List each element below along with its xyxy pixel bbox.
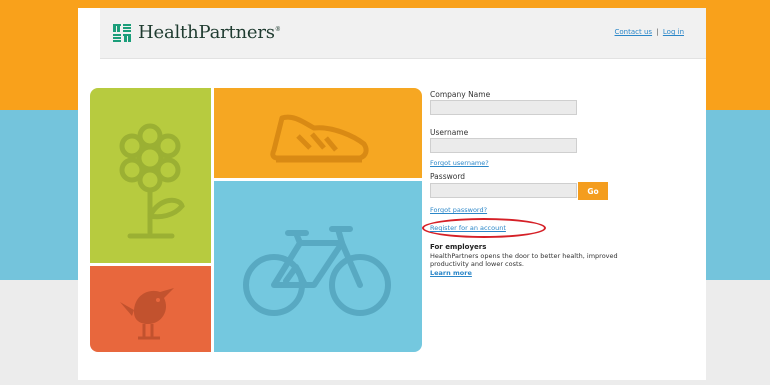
bird-icon <box>120 288 174 340</box>
employers-description: HealthPartners opens the door to better … <box>430 252 618 268</box>
username-label: Username <box>430 128 469 137</box>
bird-tile <box>90 266 211 352</box>
log-in-link[interactable]: Log in <box>663 28 684 36</box>
employers-heading: For employers <box>430 243 487 251</box>
forgot-password-link[interactable]: Forgot password? <box>430 206 487 214</box>
password-input[interactable] <box>430 183 577 198</box>
hero-mosaic <box>90 88 422 352</box>
header-links: Contact us | Log in <box>615 28 684 36</box>
learn-more-link[interactable]: Learn more <box>430 269 472 277</box>
bicycle-icon <box>243 226 391 316</box>
contact-us-link[interactable]: Contact us <box>615 28 653 36</box>
go-button[interactable]: Go <box>578 182 608 200</box>
username-input[interactable] <box>430 138 577 153</box>
register-account-link[interactable]: Register for an account <box>430 224 506 232</box>
logo-mark-icon <box>113 23 131 42</box>
company-name-input[interactable] <box>430 100 577 115</box>
brand-name: HealthPartners® <box>138 22 281 43</box>
flower-icon <box>119 123 185 239</box>
site-header: HealthPartners® Contact us | Log in <box>100 8 706 59</box>
header-link-separator: | <box>656 28 659 36</box>
shoe-tile <box>214 88 422 178</box>
bicycle-tile <box>214 181 422 352</box>
forgot-username-link[interactable]: Forgot username? <box>430 159 489 167</box>
company-name-label: Company Name <box>430 90 491 99</box>
password-label: Password <box>430 172 466 181</box>
flower-tile <box>90 88 211 263</box>
brand-logo[interactable]: HealthPartners® <box>112 22 281 43</box>
shoe-icon <box>270 114 369 163</box>
